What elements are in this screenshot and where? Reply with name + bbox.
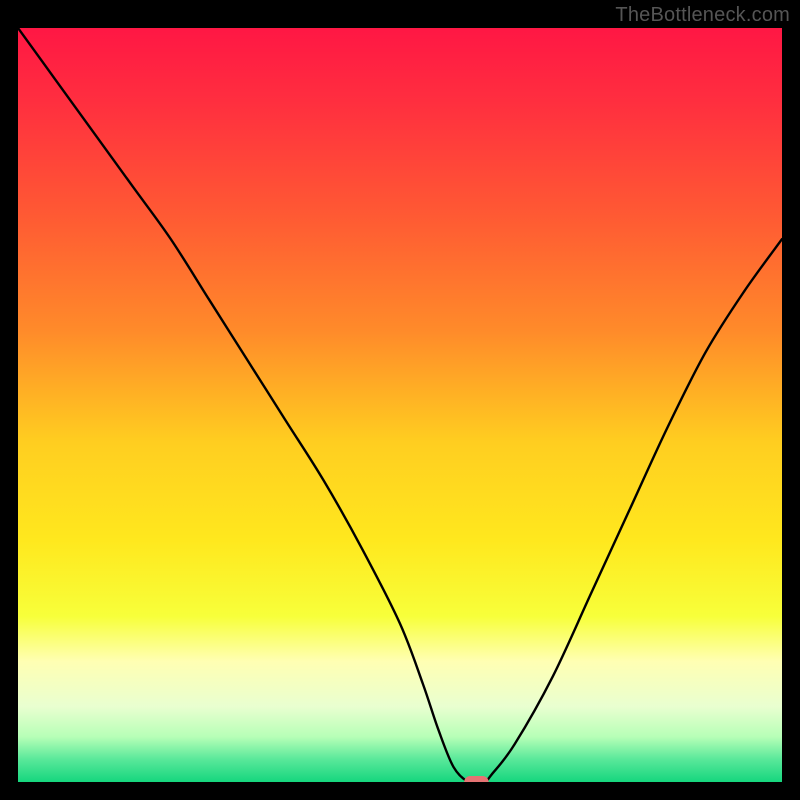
optimal-marker bbox=[464, 776, 488, 782]
gradient-background bbox=[18, 28, 782, 782]
watermark-label: TheBottleneck.com bbox=[615, 4, 790, 27]
chart-frame: TheBottleneck.com bbox=[0, 0, 800, 800]
bottleneck-chart bbox=[18, 28, 782, 782]
plot-area bbox=[18, 28, 782, 782]
